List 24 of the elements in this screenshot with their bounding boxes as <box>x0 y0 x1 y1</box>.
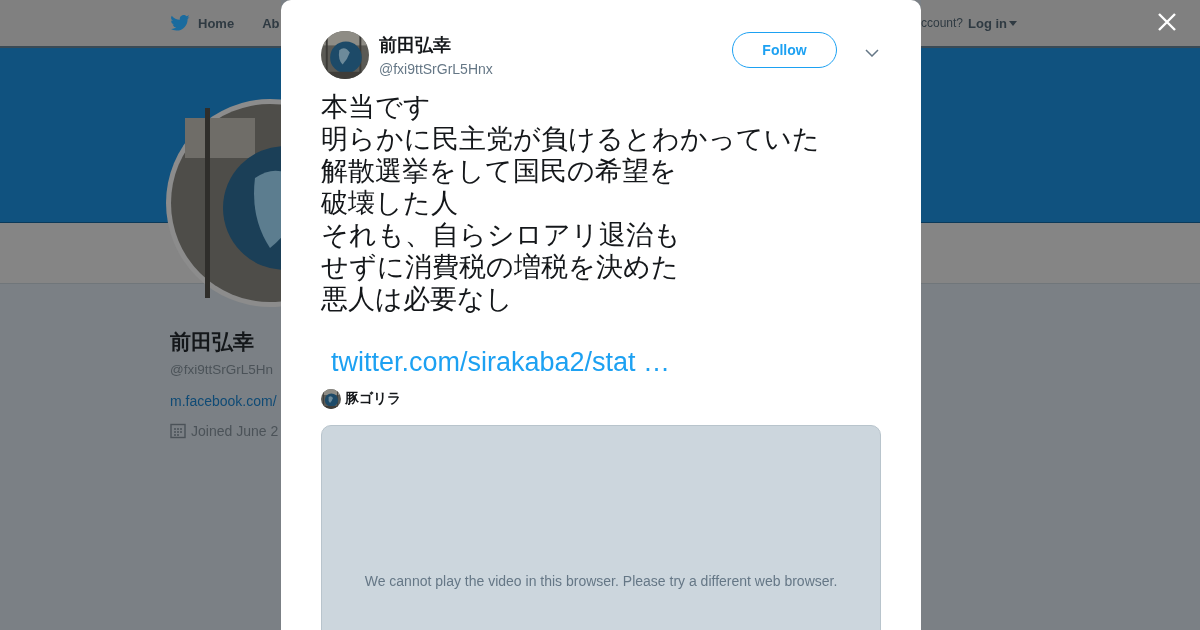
author-name: 前田弘幸 <box>379 34 452 57</box>
tweet-text-line: 破壊した人 <box>321 187 458 219</box>
quoted-user-name: 豚ゴリラ <box>345 390 401 408</box>
author-handle: @fxi9ttSrGrL5Hnx <box>379 61 494 77</box>
follow-button[interactable]: Follow <box>732 32 837 68</box>
calendar-icon <box>170 423 186 439</box>
tweet-text-line: それも、自らシロアリ退治も <box>321 219 681 251</box>
bird-icon <box>170 15 190 31</box>
account-prompt: ccount? <box>921 16 964 30</box>
tweet-text-line: 本当です <box>321 91 431 123</box>
quoted-user-avatar <box>321 389 341 409</box>
tweet-text-line: 明らかに民主党が負けるとわかっていた <box>321 123 820 155</box>
tweet-text-line: 解散選挙をして国民の希望を <box>321 155 677 187</box>
tweet-link[interactable]: twitter.com/sirakaba2/stat … <box>331 345 671 379</box>
author-avatar <box>321 31 369 79</box>
nav-link[interactable]: Home <box>170 15 235 31</box>
tweet-text-line: 悪人は必要なし <box>321 283 513 315</box>
tweet-text-line: せずに消費税の増税を決めた <box>321 251 679 283</box>
video-error-message: We cannot play the video in this browser. Please try a different web browser. <box>364 573 838 591</box>
caret-icon <box>1009 20 1018 26</box>
profile-name: 前田弘幸 <box>170 329 255 355</box>
profile-link[interactable]: m.facebook.com/ <box>170 393 281 409</box>
nav-link[interactable]: Ab <box>262 15 280 31</box>
login-link[interactable]: Log in <box>968 15 1018 31</box>
